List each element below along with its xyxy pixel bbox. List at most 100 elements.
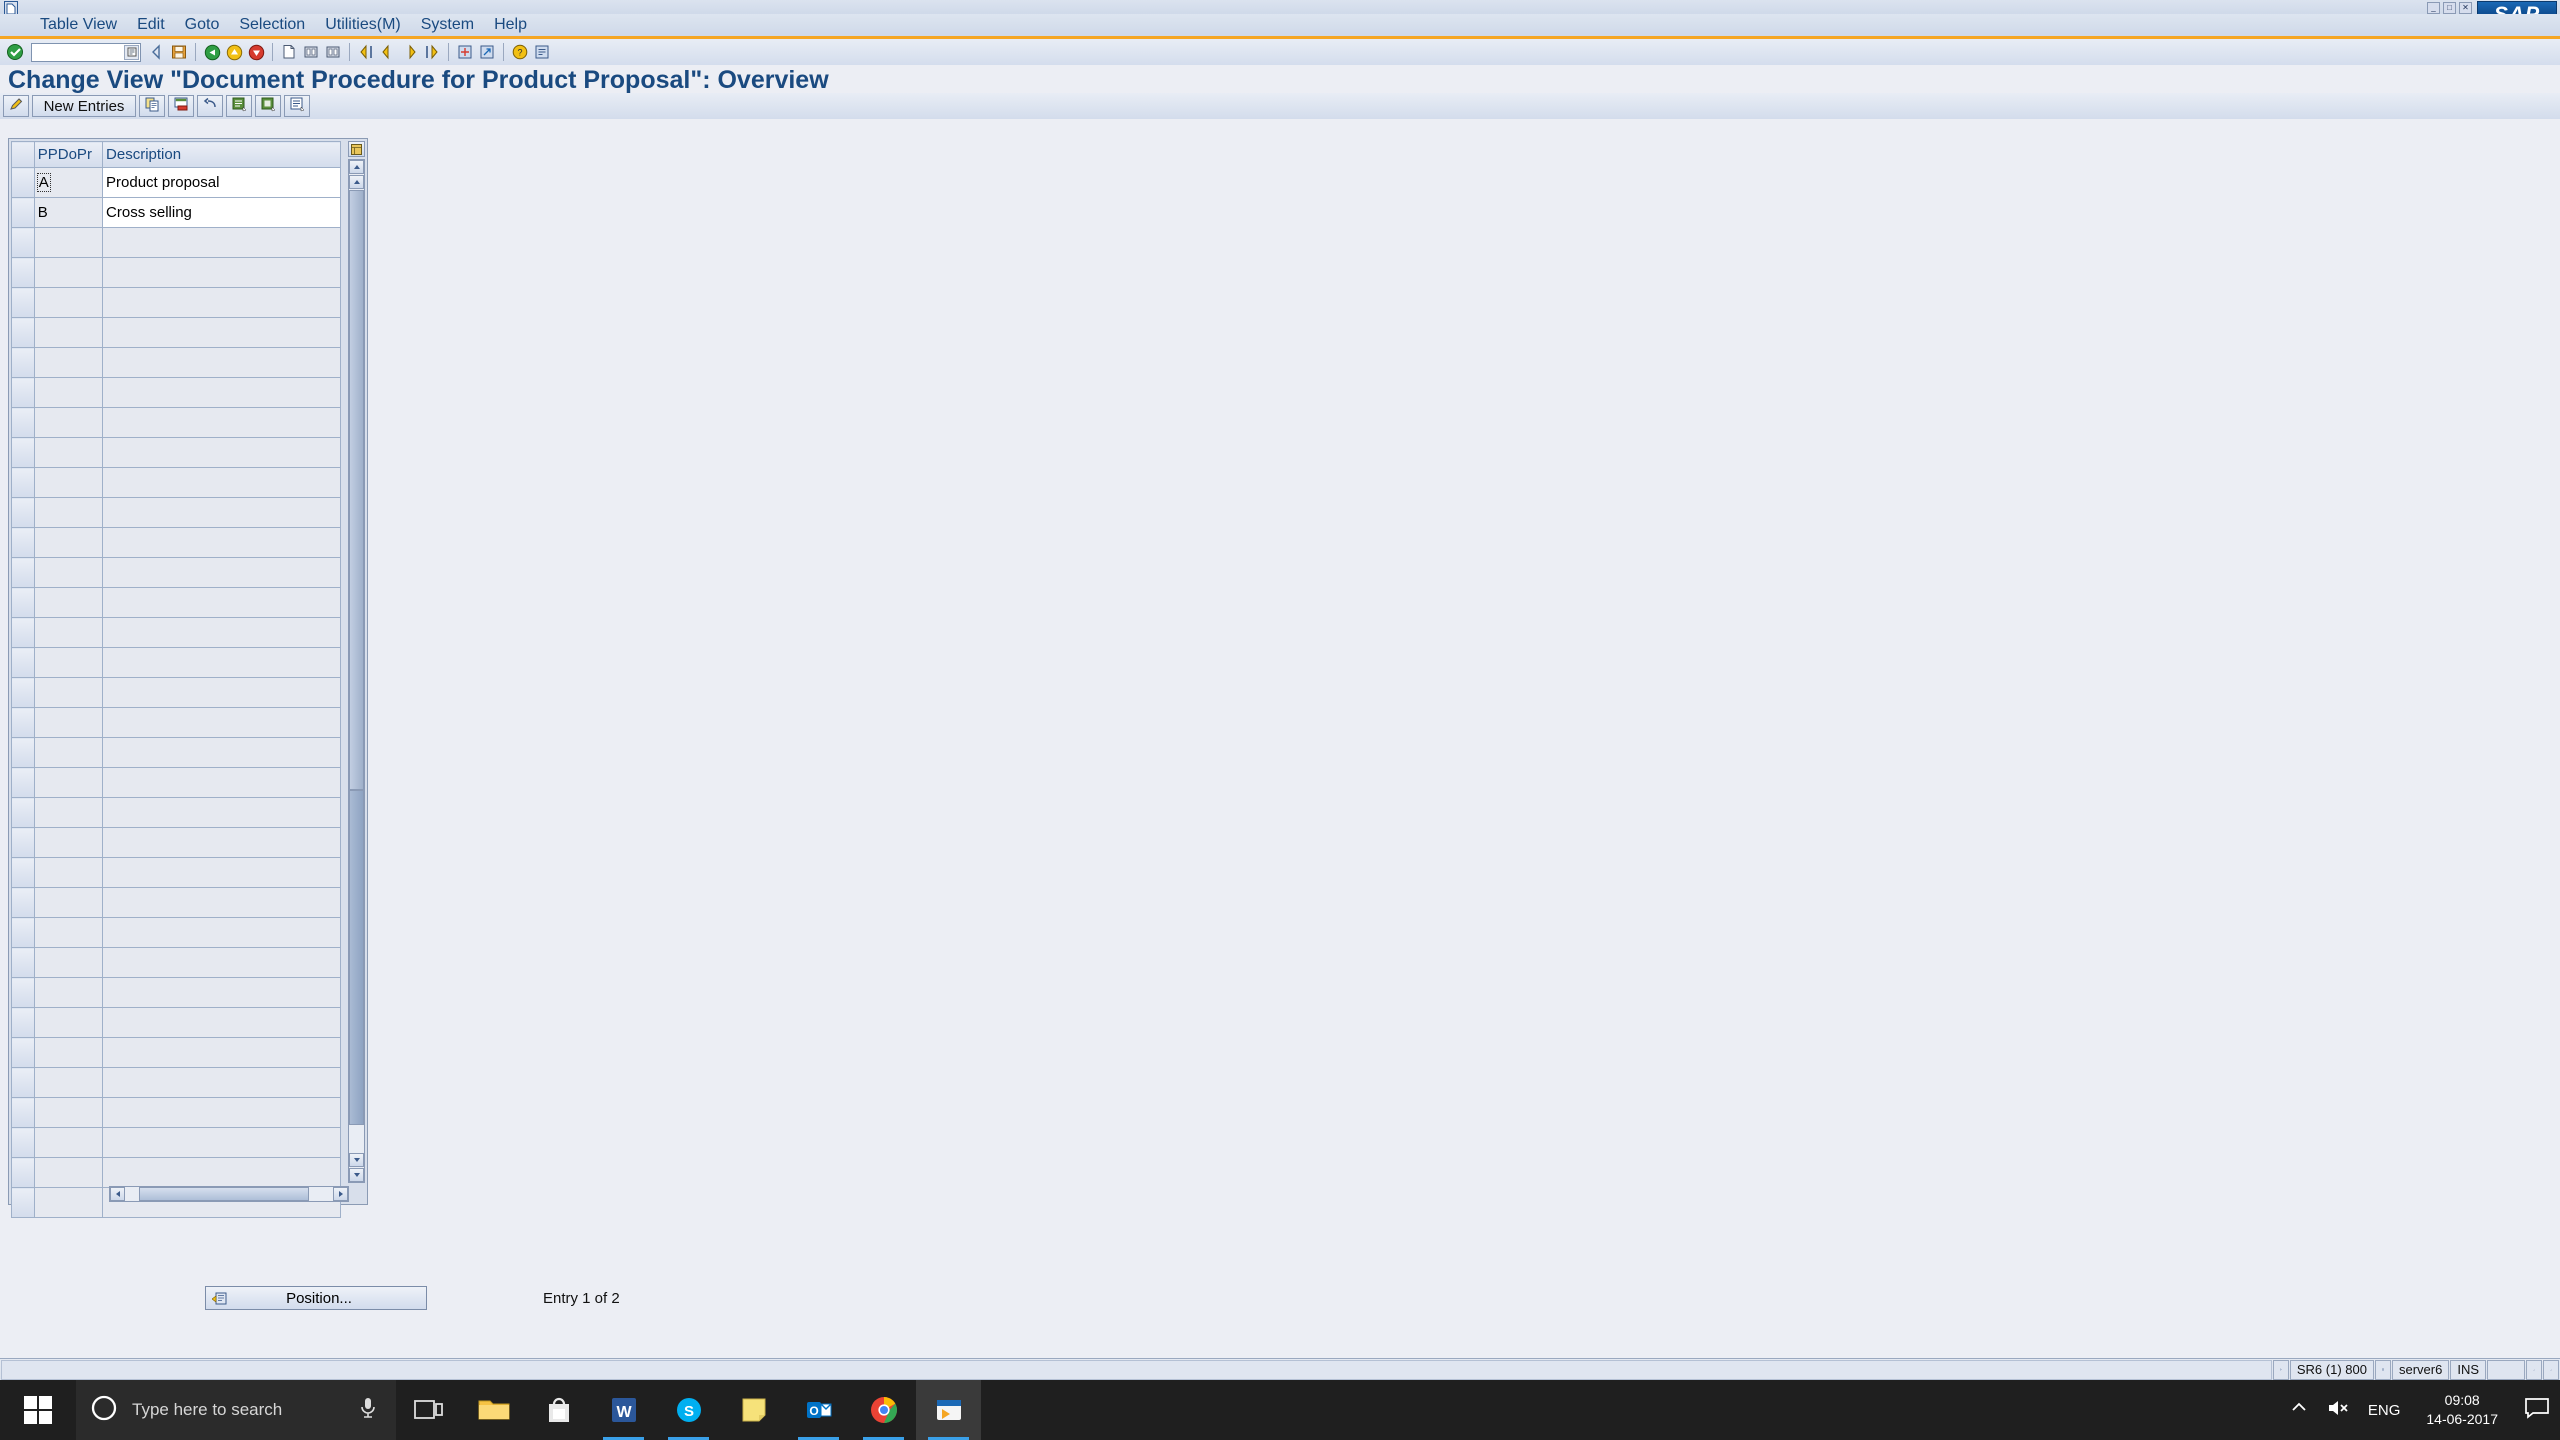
last-page-icon[interactable] <box>422 42 442 62</box>
table-row-empty[interactable] <box>11 677 341 708</box>
table-row-empty[interactable] <box>11 647 341 678</box>
cell-ppdopr[interactable] <box>33 1067 104 1098</box>
cell-description[interactable] <box>102 887 341 918</box>
scroll-right-button[interactable] <box>333 1187 348 1201</box>
row-selector[interactable] <box>11 347 35 378</box>
find-next-icon[interactable] <box>323 42 343 62</box>
cell-ppdopr[interactable]: A <box>33 167 104 198</box>
status-resize-icon[interactable] <box>2526 1359 2542 1380</box>
start-button[interactable] <box>0 1380 76 1440</box>
cell-ppdopr[interactable] <box>33 677 104 708</box>
table-row-empty[interactable] <box>11 407 341 438</box>
row-selector[interactable] <box>11 1037 35 1068</box>
taskbar-item-file-explorer[interactable] <box>461 1380 526 1440</box>
menu-item-system[interactable]: System <box>411 15 484 35</box>
row-selector[interactable] <box>11 197 35 228</box>
back-arrow-icon[interactable] <box>147 42 167 62</box>
row-selector[interactable] <box>11 1157 35 1188</box>
cell-description[interactable] <box>102 797 341 828</box>
table-row[interactable]: B Cross selling <box>11 197 341 228</box>
taskbar-item-microsoft-store[interactable] <box>526 1380 591 1440</box>
cell-ppdopr[interactable] <box>33 1097 104 1128</box>
cell-description[interactable] <box>102 527 341 558</box>
status-grip-icon[interactable] <box>2543 1359 2559 1380</box>
row-selector[interactable] <box>11 707 35 738</box>
row-selector[interactable] <box>11 167 35 198</box>
cell-description[interactable] <box>102 467 341 498</box>
scroll-thumb[interactable] <box>349 190 364 790</box>
taskbar-item-sticky-notes[interactable] <box>721 1380 786 1440</box>
table-row-empty[interactable] <box>11 557 341 588</box>
cell-description[interactable] <box>102 437 341 468</box>
table-row-empty[interactable] <box>11 377 341 408</box>
row-selector[interactable] <box>11 827 35 858</box>
table-row-empty[interactable] <box>11 827 341 858</box>
cell-description[interactable] <box>102 407 341 438</box>
cell-ppdopr[interactable] <box>33 1037 104 1068</box>
menu-item-selection[interactable]: Selection <box>229 15 315 35</box>
cell-description[interactable] <box>102 707 341 738</box>
cell-description[interactable] <box>102 557 341 588</box>
table-row-empty[interactable] <box>11 227 341 258</box>
find-icon[interactable] <box>301 42 321 62</box>
status-expand-icon[interactable] <box>2272 1359 2289 1380</box>
cell-ppdopr[interactable] <box>33 857 104 888</box>
cell-description[interactable] <box>102 647 341 678</box>
undo-button[interactable] <box>197 95 223 117</box>
cell-description[interactable] <box>102 287 341 318</box>
cell-ppdopr[interactable] <box>33 377 104 408</box>
cell-ppdopr[interactable] <box>33 437 104 468</box>
table-row-empty[interactable] <box>11 1097 341 1128</box>
first-page-icon[interactable] <box>356 42 376 62</box>
row-selector[interactable] <box>11 287 35 318</box>
system-menu-icon[interactable] <box>4 1 18 15</box>
column-header-ppdopr[interactable]: PPDoPr <box>33 141 104 168</box>
table-row-empty[interactable] <box>11 917 341 948</box>
row-selector[interactable] <box>11 1127 35 1158</box>
taskbar-item-outlook[interactable]: O <box>786 1380 851 1440</box>
scroll-up-button[interactable] <box>349 160 364 174</box>
scroll-left-button[interactable] <box>110 1187 125 1201</box>
cell-ppdopr[interactable] <box>33 797 104 828</box>
row-selector[interactable] <box>11 587 35 618</box>
cell-description[interactable] <box>102 257 341 288</box>
table-row-empty[interactable] <box>11 257 341 288</box>
cell-ppdopr[interactable] <box>33 707 104 738</box>
cell-ppdopr[interactable] <box>33 587 104 618</box>
table-row-empty[interactable] <box>11 1127 341 1158</box>
cell-description[interactable] <box>102 767 341 798</box>
scroll-down-button[interactable] <box>349 1168 364 1182</box>
cell-ppdopr[interactable] <box>33 1007 104 1038</box>
status-system[interactable]: SR6 (1) 800 <box>2289 1359 2374 1380</box>
table-row-empty[interactable] <box>11 1157 341 1188</box>
cell-description[interactable] <box>102 1067 341 1098</box>
delete-button[interactable] <box>168 95 194 117</box>
enter-check-icon[interactable] <box>5 42 25 62</box>
table-settings-button[interactable] <box>348 141 365 157</box>
row-selector[interactable] <box>11 407 35 438</box>
column-header-select[interactable] <box>11 141 35 168</box>
cell-ppdopr[interactable] <box>33 257 104 288</box>
show-hidden-icons-icon[interactable] <box>2288 1397 2310 1424</box>
create-shortcut-icon[interactable] <box>477 42 497 62</box>
column-header-description[interactable]: Description <box>102 141 341 168</box>
row-selector[interactable] <box>11 227 35 258</box>
menu-item-table-view[interactable]: Table View <box>30 15 127 35</box>
next-page-icon[interactable] <box>400 42 420 62</box>
table-row-empty[interactable] <box>11 467 341 498</box>
scroll-thumb-lower[interactable] <box>349 790 364 1125</box>
cell-ppdopr[interactable] <box>33 737 104 768</box>
task-view-button[interactable] <box>396 1380 461 1440</box>
row-selector[interactable] <box>11 857 35 888</box>
table-row-empty[interactable] <box>11 797 341 828</box>
row-selector[interactable] <box>11 977 35 1008</box>
display-change-button[interactable] <box>3 95 29 117</box>
action-center-icon[interactable] <box>2524 1396 2550 1425</box>
cell-description[interactable] <box>102 1097 341 1128</box>
row-selector[interactable] <box>11 1007 35 1038</box>
clock[interactable]: 09:08 14-06-2017 <box>2416 1391 2508 1429</box>
create-session-icon[interactable] <box>455 42 475 62</box>
maximize-button[interactable]: □ <box>2443 2 2456 14</box>
menu-item-goto[interactable]: Goto <box>175 15 230 35</box>
cell-description[interactable] <box>102 377 341 408</box>
